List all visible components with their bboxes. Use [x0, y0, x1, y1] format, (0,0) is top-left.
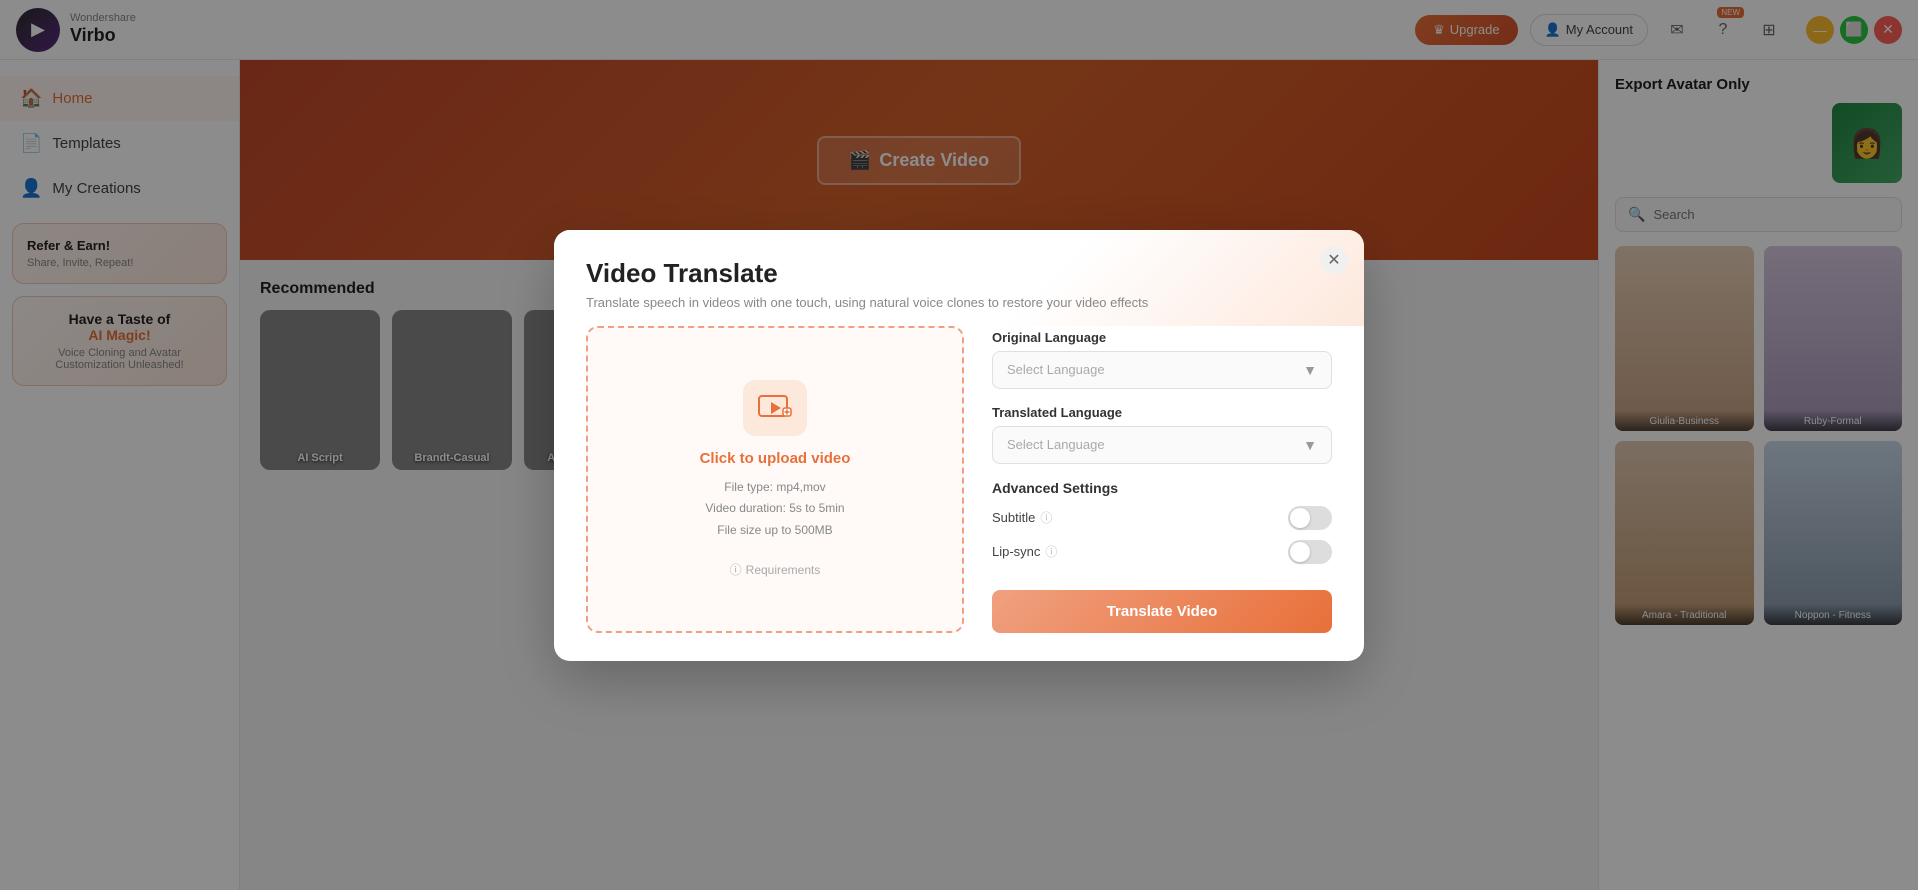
original-language-placeholder: Select Language [1007, 362, 1105, 377]
modal-body: Click to upload video File type: mp4,mov… [554, 326, 1364, 661]
subtitle-row: Subtitle ⓘ [992, 506, 1332, 530]
modal-right: Original Language Select Language ▼ Tran… [992, 326, 1332, 633]
translated-language-label: Translated Language [992, 405, 1332, 420]
upload-requirements[interactable]: ⓘ Requirements [730, 561, 821, 578]
subtitle-toggle[interactable] [1288, 506, 1332, 530]
upload-icon [743, 380, 807, 436]
modal-subtitle: Translate speech in videos with one touc… [586, 295, 1332, 310]
lip-sync-label: Lip-sync ⓘ [992, 543, 1057, 560]
advanced-settings-label: Advanced Settings [992, 480, 1332, 496]
original-language-field: Original Language Select Language ▼ [992, 330, 1332, 389]
translate-video-button[interactable]: Translate Video [992, 590, 1332, 633]
translated-language-field: Translated Language Select Language ▼ [992, 405, 1332, 464]
lip-sync-info-icon[interactable]: ⓘ [1045, 543, 1057, 560]
chevron-down-icon: ▼ [1303, 362, 1317, 378]
question-icon: ⓘ [730, 561, 742, 578]
modal-close-button[interactable]: ✕ [1320, 246, 1348, 274]
upload-svg [757, 390, 793, 426]
translated-language-select[interactable]: Select Language ▼ [992, 426, 1332, 464]
lip-sync-row: Lip-sync ⓘ [992, 540, 1332, 564]
subtitle-label: Subtitle ⓘ [992, 509, 1052, 526]
modal-title: Video Translate [586, 258, 1332, 289]
original-language-select[interactable]: Select Language ▼ [992, 351, 1332, 389]
advanced-settings: Advanced Settings Subtitle ⓘ Lip-sync ⓘ [992, 480, 1332, 574]
modal-overlay[interactable]: Video Translate Translate speech in vide… [0, 0, 1918, 890]
upload-click-label: Click to upload video [700, 450, 851, 467]
lip-sync-toggle[interactable] [1288, 540, 1332, 564]
translated-language-placeholder: Select Language [1007, 437, 1105, 452]
upload-zone[interactable]: Click to upload video File type: mp4,mov… [586, 326, 964, 633]
modal-header: Video Translate Translate speech in vide… [554, 230, 1364, 326]
upload-info: File type: mp4,mov Video duration: 5s to… [705, 477, 844, 542]
original-language-label: Original Language [992, 330, 1332, 345]
subtitle-info-icon[interactable]: ⓘ [1040, 509, 1052, 526]
video-translate-modal: Video Translate Translate speech in vide… [554, 230, 1364, 661]
chevron-down-icon-2: ▼ [1303, 437, 1317, 453]
